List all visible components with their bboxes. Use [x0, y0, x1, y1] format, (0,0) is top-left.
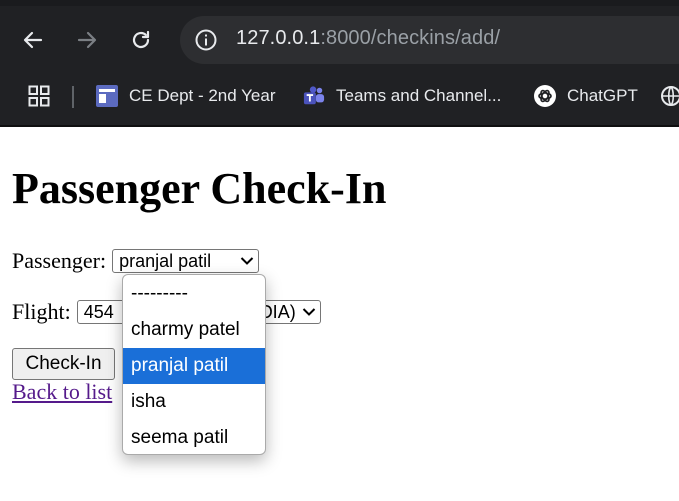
browser-chrome: 127.0.0.1:8000/checkins/add/ CE Dept - 2… [0, 0, 679, 127]
chevron-down-icon [240, 257, 254, 265]
passenger-row: Passenger: pranjal patil [12, 248, 260, 274]
tab-strip [0, 0, 679, 6]
passenger-label: Passenger: [12, 248, 107, 273]
reload-icon [132, 30, 150, 49]
dropdown-option[interactable]: isha [123, 384, 265, 420]
arrow-right-icon [77, 31, 97, 49]
passenger-dropdown-list: --------- charmy patel pranjal patil ish… [122, 274, 266, 455]
reload-button[interactable] [125, 24, 157, 56]
apps-grid-icon[interactable] [27, 84, 51, 108]
bookmarks-divider [72, 86, 74, 108]
checkin-button[interactable]: Check-In [12, 348, 115, 380]
bookmark-chatgpt[interactable]: ChatGPT [534, 82, 638, 110]
bookmark-globe[interactable] [660, 82, 679, 110]
bookmarks-bar: CE Dept - 2nd Year Teams and Channel... [0, 74, 679, 118]
flight-label: Flight: [12, 299, 71, 324]
bookmark-teams[interactable]: Teams and Channel... [303, 82, 501, 110]
passenger-select-value: pranjal patil [119, 250, 212, 271]
globe-icon [660, 85, 679, 107]
passenger-select[interactable]: pranjal patil [112, 249, 260, 273]
classroom-icon [96, 85, 118, 107]
forward-button[interactable] [71, 24, 103, 56]
teams-icon [303, 85, 325, 107]
dropdown-option-selected[interactable]: pranjal patil [123, 348, 265, 384]
page-title: Passenger Check-In [12, 164, 387, 213]
back-to-list-link[interactable]: Back to list [12, 379, 112, 405]
dropdown-option[interactable]: seema patil [123, 420, 265, 454]
page-content: Passenger Check-In Passenger: pranjal pa… [0, 127, 679, 501]
url-path: :8000/checkins/add/ [320, 27, 501, 49]
chatgpt-icon [534, 85, 556, 107]
bookmark-ce-dept[interactable]: CE Dept - 2nd Year [96, 82, 275, 110]
url-text: 127.0.0.1:8000/checkins/add/ [236, 27, 500, 50]
site-info-icon[interactable] [194, 28, 218, 52]
address-bar[interactable]: 127.0.0.1:8000/checkins/add/ [180, 16, 679, 64]
chevron-down-icon [302, 308, 315, 316]
bookmark-label: CE Dept - 2nd Year [129, 86, 276, 105]
bookmark-label: ChatGPT [567, 86, 638, 105]
arrow-left-icon [23, 31, 43, 49]
dropdown-option[interactable]: --------- [123, 276, 265, 312]
url-host: 127.0.0.1 [236, 27, 321, 49]
flight-select-value-start: 454 [83, 301, 114, 322]
back-button[interactable] [17, 24, 49, 56]
bookmark-label: Teams and Channel... [336, 86, 502, 105]
dropdown-option[interactable]: charmy patel [123, 312, 265, 348]
